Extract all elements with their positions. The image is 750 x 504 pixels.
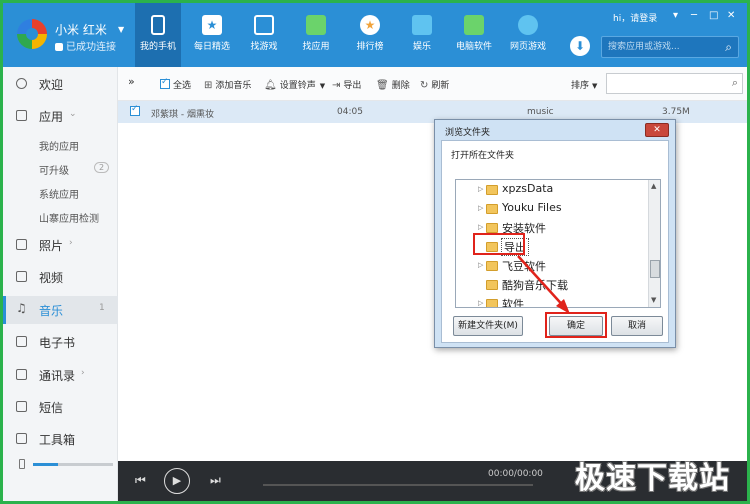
annotation-arrow [517, 255, 570, 314]
